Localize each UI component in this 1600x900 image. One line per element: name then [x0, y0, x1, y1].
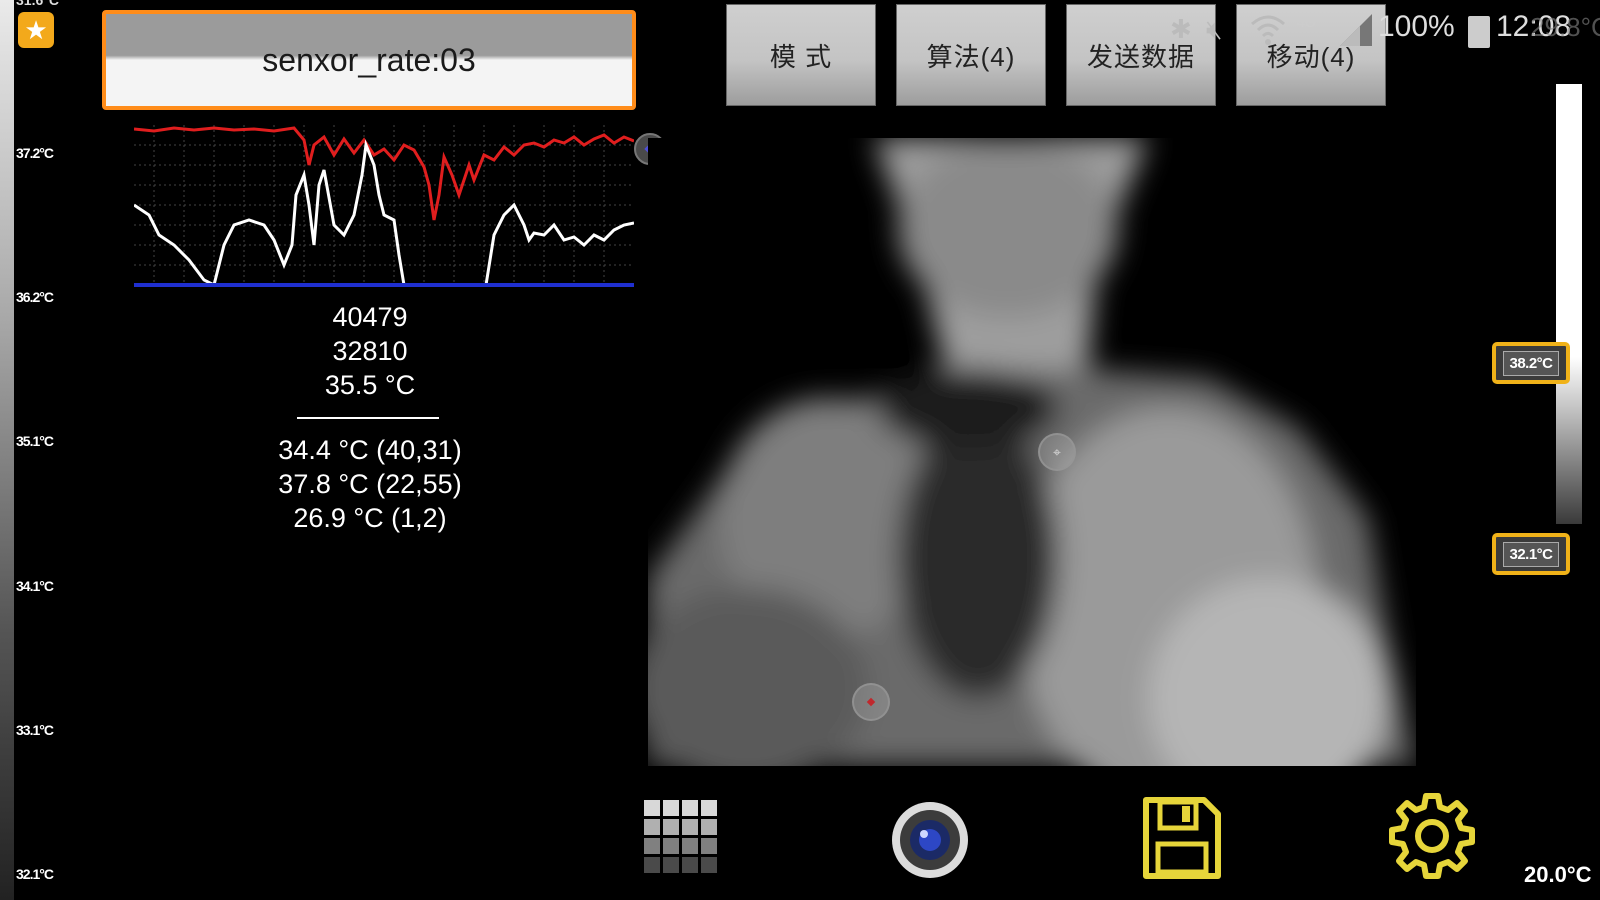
left-scale-tick-3: 34.1°C: [16, 578, 54, 594]
battery-icon: [1468, 16, 1490, 48]
wifi-icon: [1251, 15, 1285, 45]
readouts-panel: 40479 32810 35.5 °C: [250, 300, 490, 402]
signal-icon: [1340, 14, 1372, 46]
high-threshold-tag[interactable]: 38.2°C: [1492, 342, 1570, 384]
sensor-rate-label: senxor_rate:03: [262, 41, 476, 78]
battery-percentage: 100%: [1378, 10, 1455, 43]
left-scale-tick-4: 33.1°C: [16, 722, 54, 738]
mute-icon: 🔇︎: [1206, 14, 1223, 44]
bluetooth-icon: ✱: [1170, 14, 1192, 44]
point-temperatures: 34.4 °C (40,31) 37.8 °C (22,55) 26.9 °C …: [250, 433, 490, 535]
plot-series-white: [134, 139, 634, 288]
save-icon[interactable]: [1142, 796, 1222, 880]
grid-icon[interactable]: [644, 800, 718, 874]
star-icon[interactable]: ★: [18, 12, 54, 48]
readout-divider: [297, 417, 439, 419]
point-temp-1: 34.4 °C (40,31): [278, 435, 462, 465]
low-threshold-tag[interactable]: 32.1°C: [1492, 533, 1570, 575]
left-scale-tick-2: 35.1°C: [16, 433, 54, 449]
plot-series-red: [134, 126, 634, 221]
min-point-marker[interactable]: [852, 683, 890, 721]
camera-icon[interactable]: [890, 800, 970, 880]
thermal-image[interactable]: [648, 138, 1416, 766]
mode-button[interactable]: 模 式: [726, 4, 876, 106]
algorithm-button-label: 算法(4): [926, 41, 1016, 72]
high-threshold-value: 38.2°C: [1503, 350, 1559, 376]
algorithm-button[interactable]: 算法(4): [896, 4, 1046, 106]
readout-temperature: 35.5 °C: [324, 370, 416, 400]
left-scale-tick-1: 36.2°C: [16, 289, 54, 305]
network-type: 4G: [1297, 14, 1316, 30]
mode-button-label: 模 式: [769, 41, 833, 72]
readout-raw-2: 32810: [332, 336, 408, 366]
sensor-rate-display[interactable]: senxor_rate:03: [102, 10, 636, 110]
low-threshold-value: 32.1°C: [1503, 541, 1559, 567]
temperature-trend-plot: [134, 125, 634, 288]
min-temperature-label: 20.0°C: [1524, 862, 1592, 887]
point-temp-3: 26.9 °C (1,2): [293, 503, 447, 533]
gear-icon[interactable]: [1388, 792, 1476, 880]
left-temperature-scale-bar: [0, 0, 14, 900]
left-scale-top-label: 31.6°C: [16, 0, 59, 8]
center-crosshair-marker[interactable]: ⌖: [1038, 433, 1076, 471]
readout-raw-1: 40479: [332, 302, 408, 332]
left-scale-tick-0: 37.2°C: [16, 145, 54, 161]
point-temp-2: 37.8 °C (22,55): [278, 469, 462, 499]
overlay-temperature: 29.8°C: [1530, 12, 1600, 42]
color-scale-bar: [1556, 84, 1582, 524]
left-scale-tick-5: 32.1°C: [16, 866, 54, 882]
